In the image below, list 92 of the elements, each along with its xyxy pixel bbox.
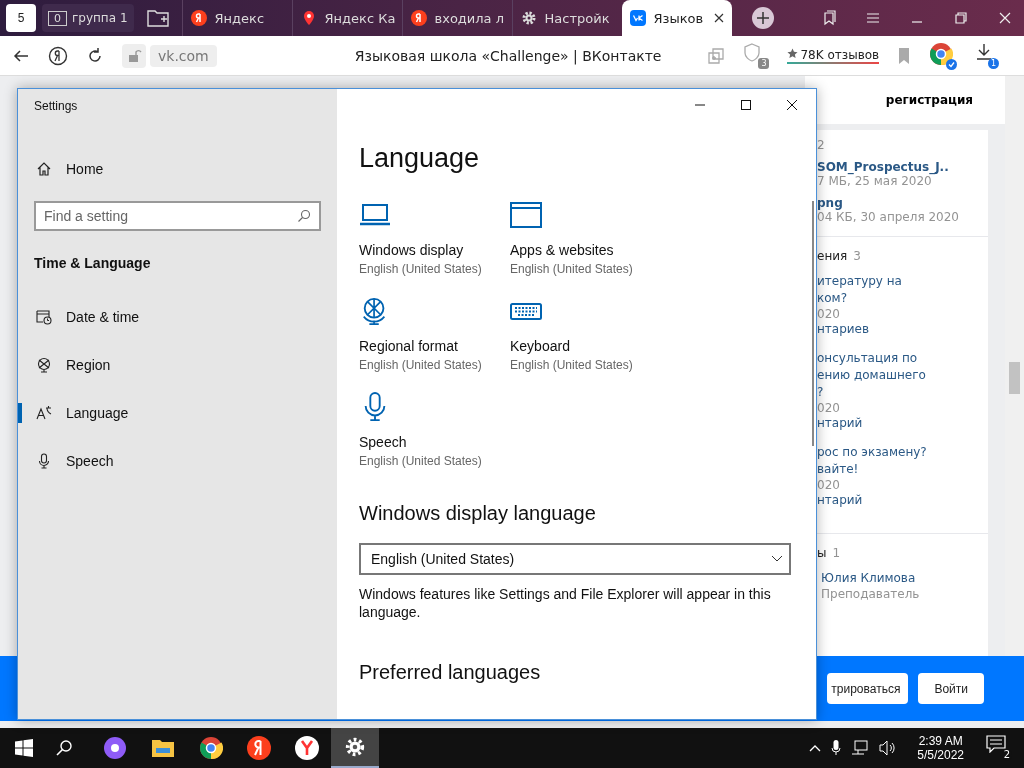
page-title: Языковая школа «Challenge» | ВКонтакте (354, 47, 662, 64)
topic-link[interactable]: ? (817, 384, 988, 401)
section-heading: Preferred languages (359, 661, 542, 684)
volume-icon[interactable] (879, 740, 898, 756)
contact-role: Преподаватель (821, 587, 921, 601)
topic-date: 020 (817, 401, 841, 415)
files-count: 2 (817, 138, 826, 152)
home-icon (36, 161, 52, 177)
search-icon[interactable] (55, 739, 73, 757)
file-meta: 7 МБ, 25 мая 2020 (817, 174, 932, 188)
topic-link[interactable]: ению домашнего (817, 367, 988, 384)
search-icon (297, 209, 311, 223)
topic-link[interactable]: рос по экзамену? (817, 444, 988, 461)
scrollbar[interactable] (812, 201, 814, 446)
microphone-icon (36, 453, 52, 469)
alice-icon (103, 736, 127, 760)
gear-icon (344, 736, 366, 758)
contacts-count: 1 (832, 546, 841, 560)
comments-link[interactable]: нтарий (817, 415, 988, 432)
lock-icon[interactable] (122, 43, 146, 68)
section-title: ы (817, 546, 827, 560)
yandex-icon (190, 10, 207, 26)
tab-group[interactable]: 0 группа 1 (42, 4, 134, 32)
restore-icon[interactable] (953, 10, 969, 26)
topic-link[interactable]: онсультация по (817, 350, 988, 367)
home-tab[interactable]: 5 (6, 4, 36, 32)
language-dropdown[interactable]: English (United States) (359, 543, 791, 575)
language-tile[interactable]: Windows display English (United States) (359, 200, 510, 276)
file-link[interactable]: png (817, 196, 988, 210)
chrome-icon[interactable] (929, 41, 958, 70)
browser-icon (295, 736, 319, 760)
microphone-icon[interactable] (831, 740, 842, 756)
chrome-icon (199, 736, 223, 760)
yandex-logo-icon[interactable] (48, 45, 68, 66)
topic-date: 020 (817, 307, 841, 321)
nav-item[interactable]: Region (18, 341, 337, 389)
reload-icon[interactable] (86, 46, 104, 65)
window-title: Settings (34, 99, 79, 113)
topic-date: 020 (817, 478, 841, 492)
bookmarks-icon[interactable] (821, 10, 837, 26)
menu-icon[interactable] (865, 10, 881, 26)
topic-link[interactable]: итературу на (817, 273, 988, 290)
windows-logo-icon[interactable] (15, 739, 33, 757)
network-icon[interactable] (851, 740, 870, 756)
comments-link[interactable]: нтарий (817, 492, 988, 509)
chevron-up-icon[interactable] (809, 744, 822, 752)
close-icon[interactable] (713, 13, 724, 23)
maximize-icon[interactable] (740, 99, 752, 111)
language-tile[interactable]: Apps & websites English (United States) (510, 200, 661, 276)
page-heading: Language (359, 143, 481, 174)
yandex-icon (247, 736, 271, 760)
yandex-icon (410, 10, 427, 26)
nav-item[interactable]: Speech (18, 437, 337, 485)
browser-tab[interactable]: Языков (621, 0, 732, 36)
nav-item[interactable]: Language (18, 389, 337, 437)
vk-icon (629, 10, 646, 26)
language-icon (36, 405, 52, 421)
login-button[interactable]: Войти (918, 673, 984, 704)
contact-name[interactable]: Юлия Климова (821, 570, 988, 587)
gear-icon (520, 10, 537, 26)
add-folder-icon[interactable] (145, 8, 170, 28)
star-icon (787, 47, 799, 59)
folder-icon (151, 738, 175, 758)
clock[interactable]: 2:39 AM 5/5/2022 (917, 734, 964, 762)
globe-icon (36, 357, 52, 373)
file-meta: 04 КБ, 30 апреля 2020 (817, 210, 960, 224)
register-link[interactable]: регистрация (885, 93, 973, 107)
language-tile[interactable]: Speech English (United States) (359, 392, 510, 468)
comments-link[interactable]: нтариев (817, 321, 988, 338)
window-icon (510, 200, 542, 230)
close-icon[interactable] (997, 10, 1013, 26)
reviews-link[interactable]: 78K отзывов (787, 47, 880, 64)
home-item[interactable]: Home (18, 145, 337, 193)
topics-count: 3 (853, 249, 861, 263)
new-tab-icon[interactable] (751, 7, 774, 29)
calendar-clock-icon (36, 309, 52, 325)
search-field[interactable]: Find a setting (34, 201, 321, 231)
chevron-down-icon (771, 555, 783, 563)
url-field[interactable]: vk.com (150, 44, 217, 67)
login-button[interactable]: трироваться (827, 673, 909, 704)
section-title: ения (817, 249, 848, 263)
close-icon[interactable] (786, 99, 798, 111)
section-heading: Windows display language (359, 502, 597, 525)
nav-item[interactable]: Date & time (18, 293, 337, 341)
language-tile[interactable]: Keyboard English (United States) (510, 296, 661, 372)
taskbar-app[interactable] (331, 728, 379, 768)
file-link[interactable]: SOM_Prospectus_J.. (817, 160, 988, 174)
section-heading: Time & Language (34, 255, 152, 271)
language-tile[interactable]: Regional format English (United States) (359, 296, 510, 372)
description-text: Windows features like Settings and File Explorer will appear in this language. (359, 585, 772, 621)
topic-link[interactable]: вайте! (817, 461, 988, 478)
topic-link[interactable]: ком? (817, 290, 988, 307)
